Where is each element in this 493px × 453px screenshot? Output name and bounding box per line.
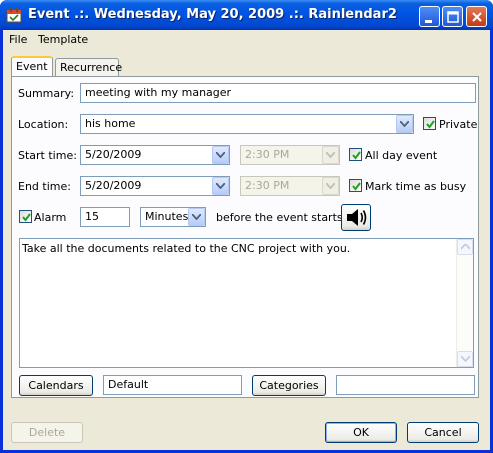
event-window: Event .:. Wednesday, May 20, 2009 .:. Ra… xyxy=(0,0,493,453)
tab-recurrence[interactable]: Recurrence xyxy=(55,58,122,76)
chevron-down-icon xyxy=(216,152,225,158)
scroll-down-button[interactable] xyxy=(457,351,473,367)
notes-scrollbar[interactable] xyxy=(456,239,473,367)
location-dropdown-button[interactable] xyxy=(396,115,413,133)
end-time-label: End time: xyxy=(18,180,71,193)
app-icon xyxy=(6,7,22,23)
scroll-up-button[interactable] xyxy=(457,239,473,255)
location-label: Location: xyxy=(18,118,69,131)
chevron-down-icon xyxy=(326,183,335,189)
ok-button[interactable]: OK xyxy=(325,422,397,443)
private-label: Private xyxy=(439,118,478,131)
chevron-down-icon xyxy=(192,214,201,220)
title-bar[interactable]: Event .:. Wednesday, May 20, 2009 .:. Ra… xyxy=(0,0,493,30)
close-button[interactable] xyxy=(466,6,487,27)
summary-label: Summary: xyxy=(18,87,75,100)
all-day-checkbox[interactable] xyxy=(349,148,362,161)
alarm-amount-field[interactable]: 15 xyxy=(80,207,130,227)
notes-textarea[interactable]: Take all the documents related to the CN… xyxy=(19,238,474,368)
busy-label: Mark time as busy xyxy=(365,180,467,193)
alarm-suffix-label: before the event starts. xyxy=(216,211,347,224)
notes-text: Take all the documents related to the CN… xyxy=(22,242,351,255)
summary-field[interactable]: meeting with my manager xyxy=(80,83,476,103)
maximize-button[interactable] xyxy=(442,6,463,27)
alarm-checkbox[interactable] xyxy=(19,210,32,223)
minimize-icon xyxy=(425,20,432,23)
chevron-down-icon xyxy=(326,152,335,158)
categories-field[interactable] xyxy=(336,375,475,395)
categories-button[interactable]: Categories xyxy=(252,375,326,396)
start-time-dropdown-button[interactable] xyxy=(322,146,339,164)
window-title: Event .:. Wednesday, May 20, 2009 .:. Ra… xyxy=(28,7,397,22)
speaker-icon xyxy=(347,209,367,226)
minimize-button[interactable] xyxy=(419,6,440,27)
busy-checkbox[interactable] xyxy=(349,179,362,192)
calendars-field[interactable]: Default xyxy=(103,375,242,395)
maximize-icon xyxy=(447,11,459,23)
delete-button[interactable]: Delete xyxy=(11,422,83,443)
scroll-down-icon xyxy=(461,356,470,362)
close-icon xyxy=(472,12,482,22)
start-date-picker[interactable]: 5/20/2009 xyxy=(80,145,230,165)
event-panel: Summary: meeting with my manager Locatio… xyxy=(11,76,479,398)
chevron-down-icon xyxy=(400,121,409,127)
alarm-sound-button[interactable] xyxy=(341,204,371,231)
alarm-label: Alarm xyxy=(34,211,67,224)
tab-event[interactable]: Event xyxy=(11,56,53,76)
menu-bar: File Template xyxy=(3,30,490,50)
cancel-button[interactable]: Cancel xyxy=(407,422,479,443)
start-date-dropdown-button[interactable] xyxy=(212,146,229,164)
scroll-up-icon xyxy=(461,244,470,250)
checkmark-icon xyxy=(352,151,361,160)
end-time-dropdown-button[interactable] xyxy=(322,177,339,195)
end-date-dropdown-button[interactable] xyxy=(212,177,229,195)
calendars-button[interactable]: Calendars xyxy=(19,375,93,396)
start-time-label: Start time: xyxy=(18,149,77,162)
private-checkbox[interactable] xyxy=(423,117,436,130)
location-field[interactable]: his home xyxy=(80,114,414,134)
alarm-unit-dropdown-button[interactable] xyxy=(188,208,205,226)
checkmark-icon xyxy=(22,213,31,222)
end-date-picker[interactable]: 5/20/2009 xyxy=(80,176,230,196)
checkmark-icon xyxy=(352,182,361,191)
checkmark-icon xyxy=(426,120,435,129)
chevron-down-icon xyxy=(216,183,225,189)
menu-file[interactable]: File xyxy=(9,33,27,46)
menu-template[interactable]: Template xyxy=(38,33,88,46)
dialog-client: File Template Event Recurrence Summary: … xyxy=(3,30,490,450)
all-day-label: All day event xyxy=(365,149,438,162)
